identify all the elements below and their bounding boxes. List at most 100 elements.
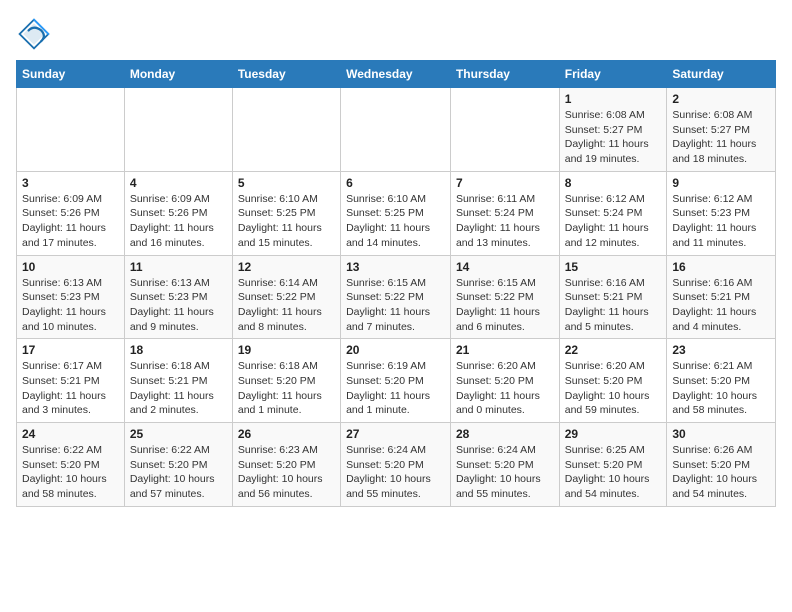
calendar-cell: 27 Sunrise: 6:24 AMSunset: 5:20 PMDayligh… [341,423,451,507]
day-info: Sunrise: 6:22 AMSunset: 5:20 PMDaylight:… [22,443,119,502]
calendar-week-row: 3 Sunrise: 6:09 AMSunset: 5:26 PMDaylight… [17,171,776,255]
calendar-cell: 8 Sunrise: 6:12 AMSunset: 5:24 PMDaylight… [559,171,667,255]
calendar-cell: 20 Sunrise: 6:19 AMSunset: 5:20 PMDayligh… [341,339,451,423]
calendar-cell: 15 Sunrise: 6:16 AMSunset: 5:21 PMDayligh… [559,255,667,339]
calendar-cell: 4 Sunrise: 6:09 AMSunset: 5:26 PMDaylight… [124,171,232,255]
column-header-sunday: Sunday [17,61,125,88]
calendar-cell: 17 Sunrise: 6:17 AMSunset: 5:21 PMDayligh… [17,339,125,423]
day-number: 22 [565,343,662,357]
day-number: 30 [672,427,770,441]
day-info: Sunrise: 6:15 AMSunset: 5:22 PMDaylight:… [456,276,554,335]
calendar-cell: 7 Sunrise: 6:11 AMSunset: 5:24 PMDaylight… [450,171,559,255]
column-header-wednesday: Wednesday [341,61,451,88]
calendar-cell: 28 Sunrise: 6:24 AMSunset: 5:20 PMDayligh… [450,423,559,507]
day-number: 4 [130,176,227,190]
column-header-tuesday: Tuesday [232,61,340,88]
day-info: Sunrise: 6:24 AMSunset: 5:20 PMDaylight:… [456,443,554,502]
day-number: 14 [456,260,554,274]
calendar-week-row: 24 Sunrise: 6:22 AMSunset: 5:20 PMDayligh… [17,423,776,507]
day-number: 29 [565,427,662,441]
calendar-cell: 21 Sunrise: 6:20 AMSunset: 5:20 PMDayligh… [450,339,559,423]
day-number: 17 [22,343,119,357]
day-number: 23 [672,343,770,357]
day-number: 8 [565,176,662,190]
calendar-cell: 14 Sunrise: 6:15 AMSunset: 5:22 PMDayligh… [450,255,559,339]
day-number: 7 [456,176,554,190]
day-info: Sunrise: 6:10 AMSunset: 5:25 PMDaylight:… [346,192,445,251]
day-info: Sunrise: 6:10 AMSunset: 5:25 PMDaylight:… [238,192,335,251]
calendar-cell [450,88,559,172]
calendar-cell: 29 Sunrise: 6:25 AMSunset: 5:20 PMDayligh… [559,423,667,507]
day-number: 1 [565,92,662,106]
day-info: Sunrise: 6:18 AMSunset: 5:21 PMDaylight:… [130,359,227,418]
calendar-cell: 23 Sunrise: 6:21 AMSunset: 5:20 PMDayligh… [667,339,776,423]
calendar-week-row: 17 Sunrise: 6:17 AMSunset: 5:21 PMDayligh… [17,339,776,423]
day-info: Sunrise: 6:21 AMSunset: 5:20 PMDaylight:… [672,359,770,418]
calendar-cell [17,88,125,172]
calendar-cell: 24 Sunrise: 6:22 AMSunset: 5:20 PMDayligh… [17,423,125,507]
day-number: 13 [346,260,445,274]
calendar-cell: 16 Sunrise: 6:16 AMSunset: 5:21 PMDayligh… [667,255,776,339]
day-number: 6 [346,176,445,190]
column-header-saturday: Saturday [667,61,776,88]
calendar-cell: 18Sunrise: 6:18 AMSunset: 5:21 PMDayligh… [124,339,232,423]
calendar-cell: 6 Sunrise: 6:10 AMSunset: 5:25 PMDaylight… [341,171,451,255]
day-info: Sunrise: 6:26 AMSunset: 5:20 PMDaylight:… [672,443,770,502]
calendar-cell: 11Sunrise: 6:13 AMSunset: 5:23 PMDayligh… [124,255,232,339]
calendar-cell: 12 Sunrise: 6:14 AMSunset: 5:22 PMDayligh… [232,255,340,339]
column-header-monday: Monday [124,61,232,88]
calendar-cell: 3 Sunrise: 6:09 AMSunset: 5:26 PMDaylight… [17,171,125,255]
calendar-cell: 1Sunrise: 6:08 AMSunset: 5:27 PMDaylight… [559,88,667,172]
day-number: 16 [672,260,770,274]
day-info: Sunrise: 6:20 AMSunset: 5:20 PMDaylight:… [456,359,554,418]
calendar-cell [124,88,232,172]
day-info: Sunrise: 6:23 AMSunset: 5:20 PMDaylight:… [238,443,335,502]
day-number: 19 [238,343,335,357]
day-number: 25 [130,427,227,441]
day-number: 3 [22,176,119,190]
day-info: Sunrise: 6:19 AMSunset: 5:20 PMDaylight:… [346,359,445,418]
calendar-cell: 30 Sunrise: 6:26 AMSunset: 5:20 PMDayligh… [667,423,776,507]
calendar-table: SundayMondayTuesdayWednesdayThursdayFrid… [16,60,776,507]
day-info: Sunrise: 6:22 AMSunset: 5:20 PMDaylight:… [130,443,227,502]
day-info: Sunrise: 6:09 AMSunset: 5:26 PMDaylight:… [130,192,227,251]
calendar-cell [232,88,340,172]
day-number: 24 [22,427,119,441]
calendar-cell: 13 Sunrise: 6:15 AMSunset: 5:22 PMDayligh… [341,255,451,339]
day-number: 5 [238,176,335,190]
calendar-cell: 9Sunrise: 6:12 AMSunset: 5:23 PMDaylight… [667,171,776,255]
calendar-cell: 10 Sunrise: 6:13 AMSunset: 5:23 PMDayligh… [17,255,125,339]
day-number: 20 [346,343,445,357]
day-number: 21 [456,343,554,357]
day-info: Sunrise: 6:14 AMSunset: 5:22 PMDaylight:… [238,276,335,335]
calendar-cell: 25 Sunrise: 6:22 AMSunset: 5:20 PMDayligh… [124,423,232,507]
day-info: Sunrise: 6:12 AMSunset: 5:24 PMDaylight:… [565,192,662,251]
day-info: Sunrise: 6:16 AMSunset: 5:21 PMDaylight:… [672,276,770,335]
day-info: Sunrise: 6:20 AMSunset: 5:20 PMDaylight:… [565,359,662,418]
day-number: 12 [238,260,335,274]
day-info: Sunrise: 6:13 AMSunset: 5:23 PMDaylight:… [22,276,119,335]
calendar-cell: 26 Sunrise: 6:23 AMSunset: 5:20 PMDayligh… [232,423,340,507]
calendar-header-row: SundayMondayTuesdayWednesdayThursdayFrid… [17,61,776,88]
day-info: Sunrise: 6:09 AMSunset: 5:26 PMDaylight:… [22,192,119,251]
page-header [16,16,776,52]
day-number: 9 [672,176,770,190]
day-info: Sunrise: 6:17 AMSunset: 5:21 PMDaylight:… [22,359,119,418]
day-number: 27 [346,427,445,441]
day-info: Sunrise: 6:18 AMSunset: 5:20 PMDaylight:… [238,359,335,418]
day-number: 15 [565,260,662,274]
day-info: Sunrise: 6:25 AMSunset: 5:20 PMDaylight:… [565,443,662,502]
day-number: 28 [456,427,554,441]
calendar-cell [341,88,451,172]
day-number: 2 [672,92,770,106]
day-info: Sunrise: 6:11 AMSunset: 5:24 PMDaylight:… [456,192,554,251]
calendar-cell: 5 Sunrise: 6:10 AMSunset: 5:25 PMDaylight… [232,171,340,255]
logo-icon [16,16,52,52]
day-number: 10 [22,260,119,274]
logo [16,16,56,52]
day-info: Sunrise: 6:24 AMSunset: 5:20 PMDaylight:… [346,443,445,502]
day-number: 26 [238,427,335,441]
day-info: Sunrise: 6:15 AMSunset: 5:22 PMDaylight:… [346,276,445,335]
day-info: Sunrise: 6:16 AMSunset: 5:21 PMDaylight:… [565,276,662,335]
day-number: 11 [130,260,227,274]
